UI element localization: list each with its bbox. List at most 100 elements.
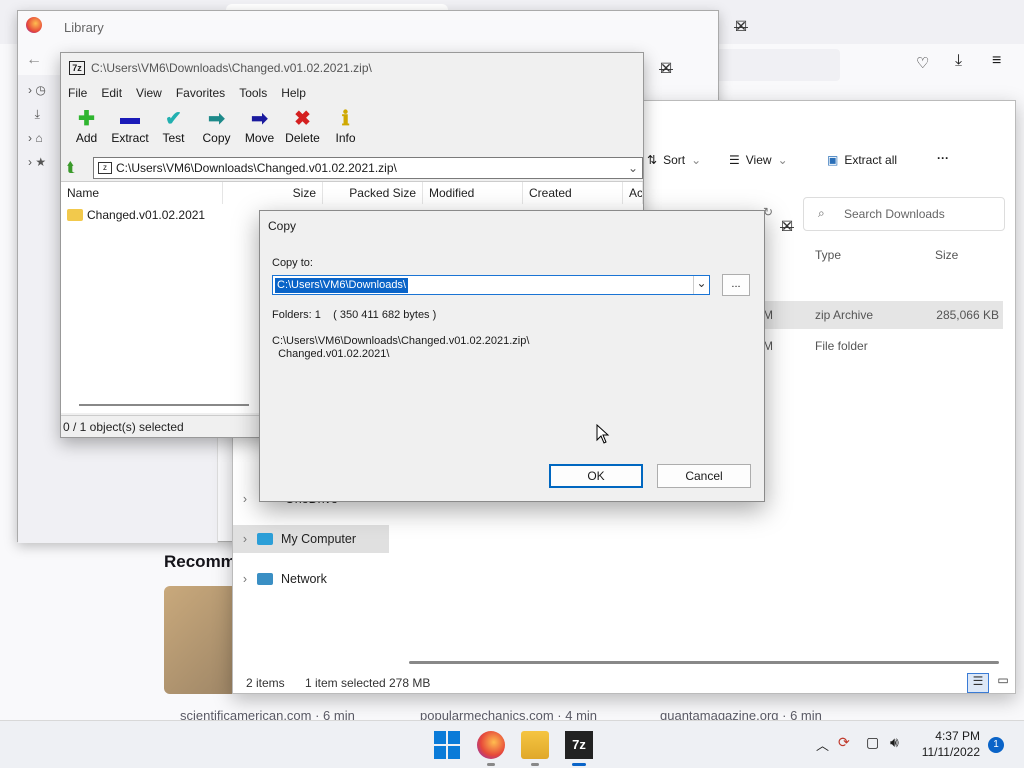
- sort-icon: ⇅: [647, 153, 658, 167]
- back-arrow-icon[interactable]: ←: [26, 51, 42, 69]
- chevron-down-icon[interactable]: ⌄: [693, 276, 709, 294]
- sevenzip-path-combo[interactable]: z C:\Users\VM6\Downloads\Changed.v01.02.…: [93, 157, 643, 179]
- volume-icon[interactable]: 🔊︎: [890, 734, 899, 751]
- x-icon: ✖: [294, 107, 311, 130]
- copy-button[interactable]: ➡ Copy: [195, 105, 238, 153]
- up-folder-icon[interactable]: ⮬: [67, 159, 75, 176]
- start-windows-icon[interactable]: [434, 731, 462, 759]
- file-row[interactable]: M File folder: [763, 332, 1003, 360]
- view-button[interactable]: ☰ View ⌄: [729, 153, 788, 167]
- extract-all-label: Extract all: [844, 153, 898, 167]
- ok-button[interactable]: OK: [549, 464, 643, 488]
- extract-all-icon: ▣: [827, 153, 839, 167]
- search-input[interactable]: ⌕ Search Downloads: [803, 197, 1005, 231]
- move-button[interactable]: ➡ Move: [238, 105, 281, 153]
- mouse-cursor-icon: [596, 424, 610, 444]
- column-header-accessed[interactable]: Ac: [623, 182, 643, 204]
- tags-icon[interactable]: › ⌂: [28, 131, 43, 145]
- copy-dialog: Copy — ☐ ✕ Copy to: C:\Users\VM6\Downloa…: [259, 210, 794, 502]
- download-icon[interactable]: ⤓: [955, 52, 962, 70]
- column-header-size[interactable]: Size: [223, 182, 323, 204]
- cancel-button[interactable]: Cancel: [657, 464, 751, 488]
- column-header-size[interactable]: Size: [935, 248, 958, 262]
- tiles-view-icon[interactable]: ▭: [993, 673, 1013, 693]
- extract-button[interactable]: ▬ Extract: [108, 105, 152, 153]
- folder-icon: [67, 209, 83, 221]
- horizontal-scrollbar[interactable]: [409, 661, 999, 664]
- info-button[interactable]: ℹ Info: [324, 105, 367, 153]
- list-item-name: Changed.v01.02.2021: [87, 208, 206, 222]
- copy-to-label: Copy to:: [272, 257, 313, 269]
- move-arrow-icon: ➡: [251, 107, 268, 130]
- add-button[interactable]: ✚ Add: [65, 105, 108, 153]
- file-row[interactable]: M zip Archive 285,066 KB: [763, 301, 1003, 329]
- active-indicator: [572, 763, 586, 766]
- browse-button[interactable]: ...: [722, 274, 750, 296]
- history-icon[interactable]: › ◷: [28, 83, 46, 97]
- folders-info: Folders: 1 ( 350 411 682 bytes ): [272, 309, 437, 321]
- plus-icon: ✚: [78, 107, 95, 130]
- horizontal-scrollbar[interactable]: [79, 404, 249, 406]
- test-button[interactable]: ✔ Test: [152, 105, 195, 153]
- explorer-status-bar: 2 items 1 item selected 278 MB ☰ ▭: [233, 673, 1015, 693]
- downloads-icon[interactable]: ⤓: [28, 107, 40, 122]
- menu-file[interactable]: File: [61, 83, 94, 103]
- status-item-count: 2 items: [246, 676, 285, 690]
- sevenzip-menubar: File Edit View Favorites Tools Help: [61, 83, 643, 103]
- details-view-icon[interactable]: ☰: [967, 673, 989, 693]
- delete-button[interactable]: ✖ Delete: [281, 105, 324, 153]
- destination-combo[interactable]: C:\Users\VM6\Downloads\ ⌄: [272, 275, 710, 295]
- pocket-icon[interactable]: ♡: [916, 54, 929, 72]
- bookmarks-star-icon[interactable]: › ★: [28, 155, 46, 169]
- column-header-type[interactable]: Type: [815, 248, 841, 262]
- dialog-body: Copy to: C:\Users\VM6\Downloads\ ⌄ ... F…: [260, 241, 764, 501]
- firefox-icon[interactable]: [477, 731, 505, 759]
- column-header-name[interactable]: Name: [61, 182, 223, 204]
- notification-badge[interactable]: 1: [988, 737, 1004, 753]
- source-path-line1: C:\Users\VM6\Downloads\Changed.v01.02.20…: [272, 335, 530, 347]
- extract-all-button[interactable]: ▣ Extract all: [827, 153, 897, 167]
- sync-icon[interactable]: ⟳: [838, 734, 850, 751]
- file-type: File folder: [815, 339, 868, 353]
- close-icon[interactable]: ✕: [643, 53, 689, 83]
- menu-view[interactable]: View: [129, 83, 169, 103]
- minus-icon: ▬: [120, 106, 140, 129]
- more-options-icon[interactable]: ···: [937, 151, 949, 165]
- nav-item-network[interactable]: › Network: [233, 565, 389, 593]
- view-label: View: [745, 153, 772, 167]
- close-icon[interactable]: ✕: [1015, 101, 1024, 131]
- check-icon: ✔: [165, 107, 182, 130]
- menu-edit[interactable]: Edit: [94, 83, 129, 103]
- menu-help[interactable]: Help: [274, 83, 313, 103]
- chevron-right-icon: ›: [242, 532, 248, 546]
- file-size: 285,066 KB: [936, 308, 999, 322]
- clock-date: 11/11/2022: [921, 745, 980, 759]
- file-explorer-icon[interactable]: [521, 731, 549, 759]
- delete-label: Delete: [285, 131, 320, 145]
- view-icon: ☰: [729, 153, 740, 167]
- column-header-packed-size[interactable]: Packed Size: [323, 182, 423, 204]
- list-item[interactable]: Changed.v01.02.2021: [67, 208, 205, 222]
- computer-icon: [257, 533, 273, 545]
- monitor-icon[interactable]: ▢: [866, 734, 879, 751]
- nav-item-my-computer[interactable]: › My Computer: [233, 525, 389, 553]
- menu-icon[interactable]: ≡: [992, 52, 1001, 70]
- chevron-up-icon[interactable]: ︿: [816, 735, 829, 754]
- sevenzip-taskbar-icon[interactable]: 7z: [565, 731, 593, 759]
- firefox-icon: [26, 17, 42, 33]
- sort-button[interactable]: ⇅ Sort ⌄: [647, 153, 701, 167]
- destination-input[interactable]: C:\Users\VM6\Downloads\: [275, 277, 408, 293]
- clock[interactable]: 4:37 PM 11/11/2022: [914, 729, 980, 759]
- running-indicator: [487, 763, 495, 766]
- sevenzip-title: C:\Users\VM6\Downloads\Changed.v01.02.20…: [91, 61, 372, 75]
- menu-favorites[interactable]: Favorites: [169, 83, 232, 103]
- menu-tools[interactable]: Tools: [232, 83, 274, 103]
- close-icon[interactable]: ✕: [718, 11, 764, 41]
- column-header-modified[interactable]: Modified: [423, 182, 523, 204]
- close-icon[interactable]: ✕: [764, 211, 810, 241]
- column-header-created[interactable]: Created: [523, 182, 623, 204]
- nav-label: Network: [281, 572, 327, 586]
- info-label: Info: [335, 131, 356, 145]
- archive-icon: z: [98, 162, 112, 174]
- chevron-down-icon[interactable]: ⌄: [628, 161, 638, 175]
